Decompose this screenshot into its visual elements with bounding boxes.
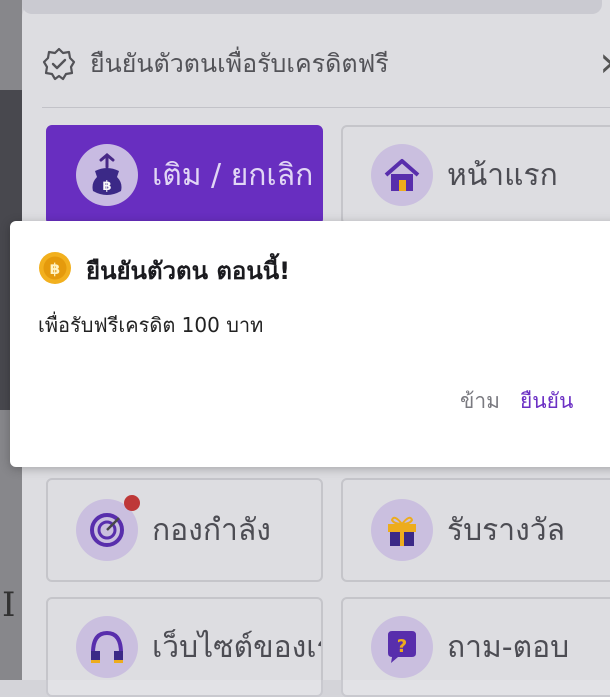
skip-button[interactable]: ข้าม [460, 385, 500, 418]
coin-icon: ฿ [39, 252, 71, 284]
dialog-message: เพื่อรับฟรีเครดิต 100 บาท [38, 313, 264, 337]
verify-dialog: ฿ ยืนยันตัวตน ตอนนี้! เพื่อรับฟรีเครดิต … [10, 221, 610, 467]
confirm-button[interactable]: ยืนยัน [520, 385, 573, 418]
dialog-title: ยืนยันตัวตน ตอนนี้! [86, 257, 291, 285]
svg-text:฿: ฿ [50, 260, 60, 278]
